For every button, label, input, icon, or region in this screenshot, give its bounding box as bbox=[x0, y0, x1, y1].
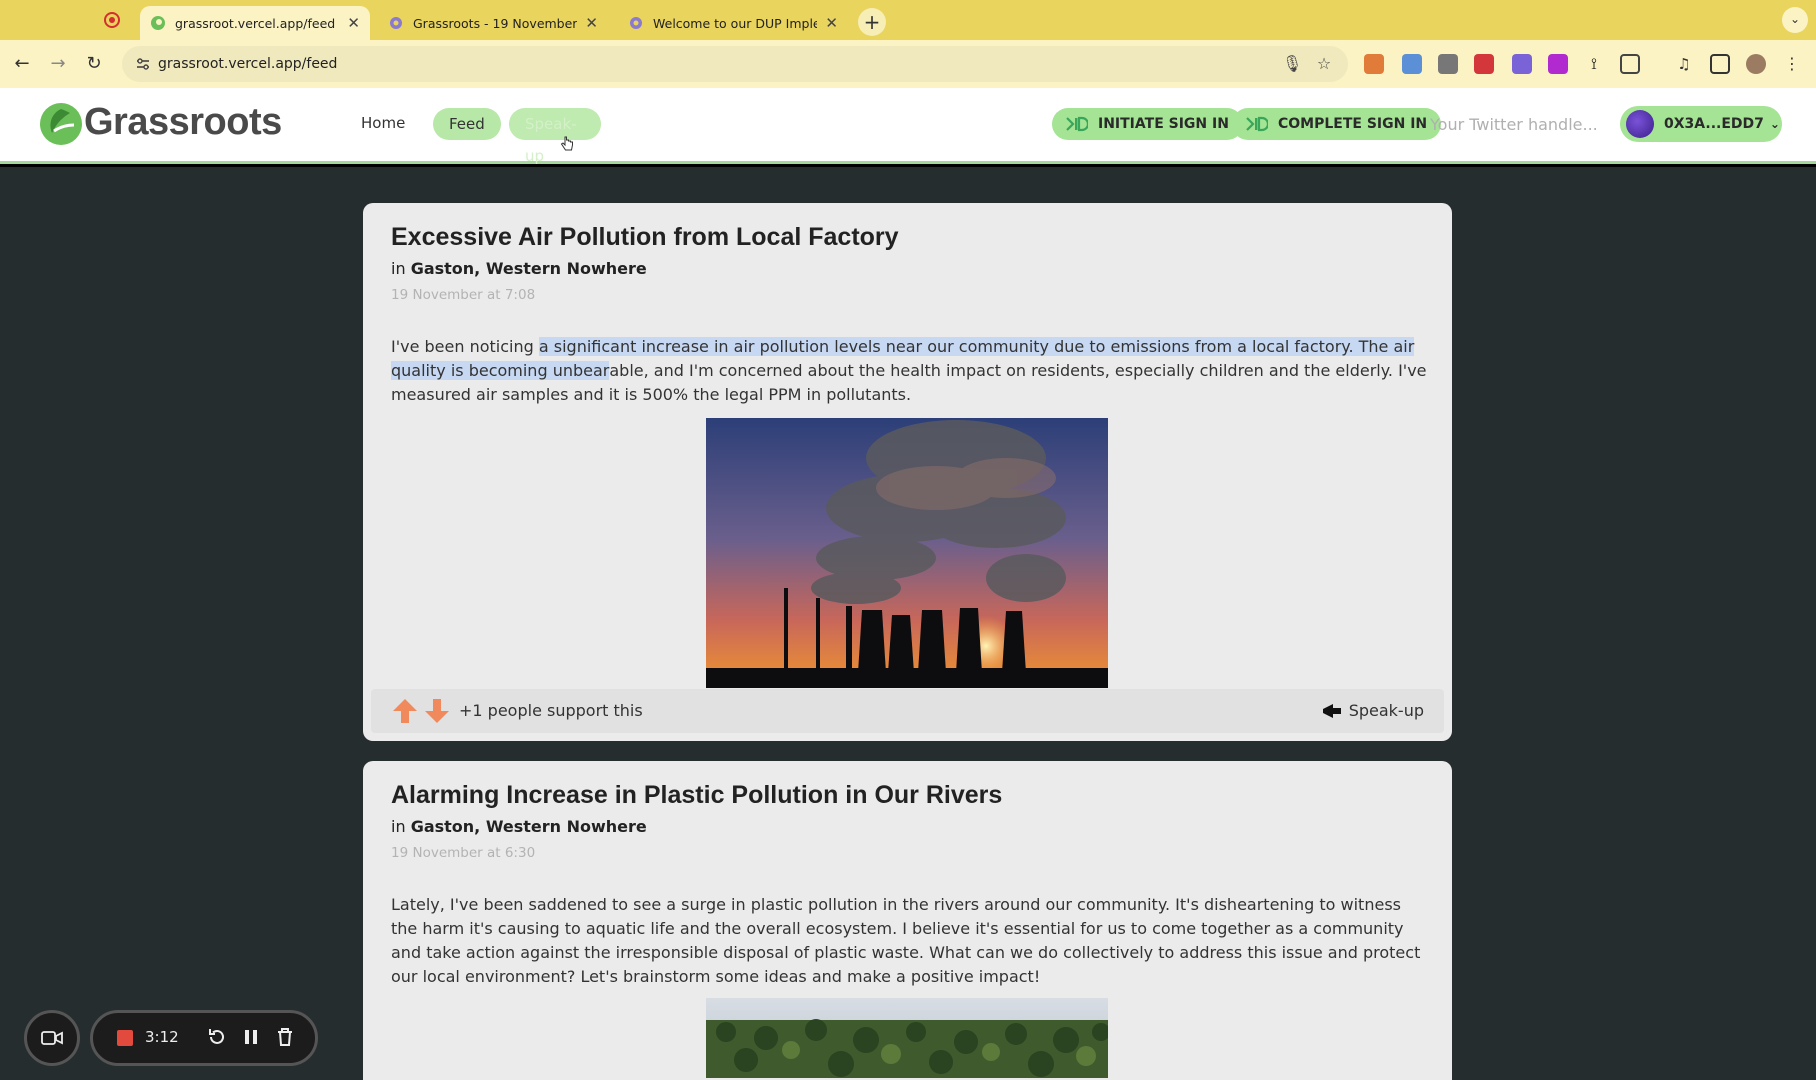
megaphone-icon bbox=[1322, 703, 1341, 718]
restart-icon[interactable] bbox=[205, 1025, 229, 1049]
browser-tab-bar: grassroot.vercel.app/feed ✕ Grassroots -… bbox=[0, 0, 1816, 40]
speak-up-label: Speak-up bbox=[1348, 701, 1424, 720]
complete-sign-in-label: COMPLETE SIGN IN bbox=[1278, 116, 1428, 132]
tab-grassroots-event[interactable]: Grassroots - 19 November 2 ✕ bbox=[378, 6, 608, 40]
upvote-arrow-icon[interactable] bbox=[391, 697, 419, 725]
post-title[interactable]: Excessive Air Pollution from Local Facto… bbox=[391, 223, 899, 252]
gear-favicon-icon bbox=[630, 17, 642, 29]
body-text: I've been noticing bbox=[391, 337, 539, 356]
feed-area: Excessive Air Pollution from Local Facto… bbox=[0, 167, 1816, 1080]
bookmark-star-icon[interactable]: ☆ bbox=[1314, 54, 1334, 74]
media-control-icon[interactable]: ♫ bbox=[1674, 54, 1694, 74]
grassroots-favicon-icon bbox=[151, 16, 165, 30]
river-forest-image bbox=[706, 998, 1108, 1078]
profile-avatar[interactable] bbox=[1746, 54, 1766, 74]
tab-search-chevron-icon[interactable]: ⌄ bbox=[1782, 7, 1808, 33]
gear-extension-icon[interactable] bbox=[1512, 54, 1532, 74]
post-location: in Gaston, Western Nowhere bbox=[391, 817, 647, 836]
camera-icon bbox=[41, 1031, 63, 1045]
tab-title: Welcome to our DUP Implem bbox=[653, 15, 818, 31]
post-body: Lately, I've been saddened to see a surg… bbox=[391, 895, 1421, 986]
url-text: grassroot.vercel.app/feed bbox=[158, 56, 338, 72]
hand-cursor-icon bbox=[560, 136, 573, 151]
tab-grassroot-feed[interactable]: grassroot.vercel.app/feed ✕ bbox=[140, 6, 370, 40]
site-settings-icon[interactable] bbox=[134, 55, 152, 73]
downvote-arrow-icon[interactable] bbox=[423, 697, 451, 725]
back-arrow-icon[interactable]: ← bbox=[10, 52, 34, 76]
recording-timer: 3:12 bbox=[145, 1028, 179, 1046]
id-badge-icon bbox=[1246, 116, 1268, 132]
wallet-address: 0X3A...EDD7 bbox=[1664, 116, 1764, 132]
tab-title: Grassroots - 19 November 2 bbox=[413, 15, 578, 31]
site-logo-text[interactable]: Grassroots bbox=[84, 101, 282, 144]
post-actions-bar: +1 people support this Speak-up bbox=[371, 689, 1444, 733]
post-date: 19 November at 6:30 bbox=[391, 845, 536, 861]
id-badge-icon bbox=[1066, 116, 1088, 132]
post-title[interactable]: Alarming Increase in Plastic Pollution i… bbox=[391, 781, 1002, 810]
location-prefix: in bbox=[391, 817, 406, 836]
location-name: Gaston, Western Nowhere bbox=[410, 259, 647, 278]
qr-extension-icon[interactable] bbox=[1438, 54, 1458, 74]
post-date: 19 November at 7:08 bbox=[391, 287, 536, 303]
nav-home-link[interactable]: Home bbox=[361, 114, 405, 132]
recording-indicator-icon bbox=[104, 12, 120, 28]
support-count: +1 people support this bbox=[459, 701, 643, 720]
wand-extension-icon[interactable]: ⟟ bbox=[1584, 54, 1604, 74]
close-tab-icon[interactable]: ✕ bbox=[585, 14, 598, 32]
speak-up-button[interactable]: Speak-up bbox=[1321, 701, 1424, 720]
trash-icon[interactable] bbox=[273, 1025, 297, 1049]
location-prefix: in bbox=[391, 259, 406, 278]
site-header: Grassroots Home Feed Speak-up INITIATE S… bbox=[0, 88, 1816, 165]
pause-icon[interactable] bbox=[239, 1025, 263, 1049]
calendar-extension-icon[interactable] bbox=[1402, 54, 1422, 74]
instagram-extension-icon[interactable] bbox=[1548, 54, 1568, 74]
twitter-handle-input[interactable] bbox=[1430, 110, 1600, 138]
complete-sign-in-button[interactable]: COMPLETE SIGN IN bbox=[1232, 108, 1442, 140]
nav-feed-link[interactable]: Feed bbox=[433, 108, 501, 140]
location-name: Gaston, Western Nowhere bbox=[410, 817, 647, 836]
close-tab-icon[interactable]: ✕ bbox=[825, 14, 838, 32]
initiate-sign-in-label: INITIATE SIGN IN bbox=[1098, 116, 1229, 132]
post-card: Alarming Increase in Plastic Pollution i… bbox=[363, 761, 1452, 1080]
tab-title: grassroot.vercel.app/feed bbox=[175, 15, 336, 31]
microphone-icon[interactable]: 🎙 bbox=[1282, 54, 1302, 74]
address-bar[interactable]: grassroot.vercel.app/feed 🎙 ☆ bbox=[122, 46, 1348, 82]
tab-dup-implementation[interactable]: Welcome to our DUP Implem ✕ bbox=[618, 6, 848, 40]
wallet-account-button[interactable]: 0X3A...EDD7 ⌄ bbox=[1620, 106, 1782, 142]
browser-toolbar: ← → ↻ grassroot.vercel.app/feed 🎙 ☆ ⟟ ♫ … bbox=[0, 40, 1816, 88]
initiate-sign-in-button[interactable]: INITIATE SIGN IN bbox=[1052, 108, 1243, 140]
gear-favicon-icon bbox=[390, 17, 402, 29]
factory-pollution-image bbox=[706, 418, 1108, 688]
chevron-down-icon: ⌄ bbox=[1769, 117, 1780, 131]
post-card: Excessive Air Pollution from Local Facto… bbox=[363, 203, 1452, 741]
stop-recording-button[interactable] bbox=[117, 1030, 133, 1046]
post-body: I've been noticing a significant increas… bbox=[391, 335, 1431, 407]
camera-toggle-button[interactable] bbox=[24, 1010, 80, 1066]
nav-speak-up-link[interactable]: Speak-up bbox=[509, 108, 601, 165]
grassroots-logo-icon[interactable] bbox=[38, 101, 84, 147]
reload-icon[interactable]: ↻ bbox=[82, 52, 106, 76]
recording-controls: 3:12 bbox=[90, 1010, 318, 1066]
post-location: in Gaston, Western Nowhere bbox=[391, 259, 647, 278]
side-panel-icon[interactable] bbox=[1710, 54, 1730, 74]
close-tab-icon[interactable]: ✕ bbox=[347, 14, 360, 32]
puzzle-extensions-icon[interactable] bbox=[1620, 54, 1640, 74]
more-menu-icon[interactable]: ⋮ bbox=[1782, 54, 1802, 74]
metamask-extension-icon[interactable] bbox=[1364, 54, 1384, 74]
new-tab-button[interactable]: + bbox=[858, 8, 886, 36]
forward-arrow-icon[interactable]: → bbox=[46, 52, 70, 76]
wallet-avatar bbox=[1626, 110, 1654, 138]
todo-extension-icon[interactable] bbox=[1474, 54, 1494, 74]
